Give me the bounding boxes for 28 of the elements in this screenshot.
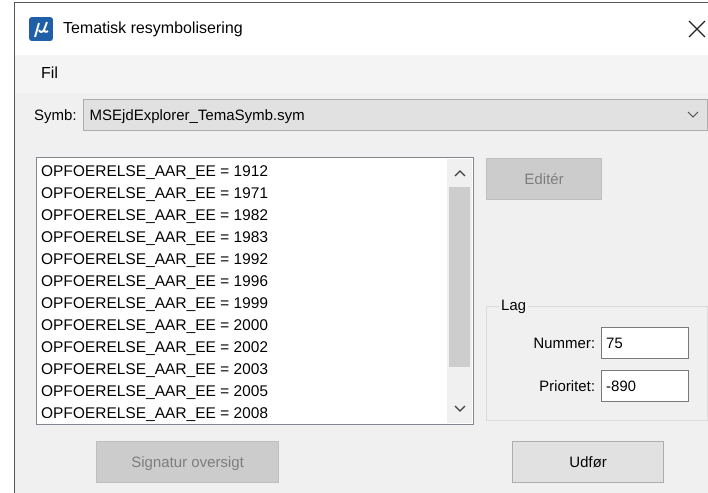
list-item[interactable]: OPFOERELSE_AAR_EE = 2002 <box>41 337 446 359</box>
chevron-down-icon <box>687 111 699 119</box>
window-title: Tematisk resymbolisering <box>63 20 244 38</box>
list-item[interactable]: OPFOERELSE_AAR_EE = 2003 <box>41 359 446 381</box>
symb-dropdown[interactable]: MSEjdExplorer_TemaSymb.sym <box>82 99 708 131</box>
list-item[interactable]: OPFOERELSE_AAR_EE = 1999 <box>41 293 446 315</box>
list-item[interactable]: OPFOERELSE_AAR_EE = 2008 <box>41 403 446 425</box>
list-item[interactable]: OPFOERELSE_AAR_EE = 2000 <box>41 315 446 337</box>
input-field[interactable]: 75 <box>601 327 689 359</box>
list-item[interactable]: OPFOERELSE_AAR_EE = 2005 <box>41 381 446 403</box>
field-label: Nummer: <box>533 334 595 352</box>
scroll-down-icon[interactable] <box>454 405 466 413</box>
symb-label: Symb: <box>34 106 77 124</box>
close-icon[interactable] <box>688 20 706 38</box>
list-item[interactable]: OPFOERELSE_AAR_EE = 1983 <box>41 227 446 249</box>
app-icon <box>29 17 53 41</box>
scrollbar[interactable] <box>447 159 472 423</box>
list-item[interactable]: OPFOERELSE_AAR_EE = 1996 <box>41 271 446 293</box>
input-field[interactable]: -890 <box>601 370 689 402</box>
group-title: Lag <box>499 297 528 314</box>
list-item[interactable]: OPFOERELSE_AAR_EE = 1912 <box>41 161 446 183</box>
list-item[interactable]: OPFOERELSE_AAR_EE = 1971 <box>41 183 446 205</box>
menu-item[interactable]: Fil <box>39 63 60 85</box>
list-item[interactable]: OPFOERELSE_AAR_EE = 1982 <box>41 205 446 227</box>
field-label: Prioritet: <box>539 378 595 394</box>
dialog-button[interactable]: Udfør <box>512 441 664 483</box>
list-item[interactable]: OPFOERELSE_AAR_EE = 1992 <box>41 249 446 271</box>
scroll-up-icon[interactable] <box>454 169 466 177</box>
